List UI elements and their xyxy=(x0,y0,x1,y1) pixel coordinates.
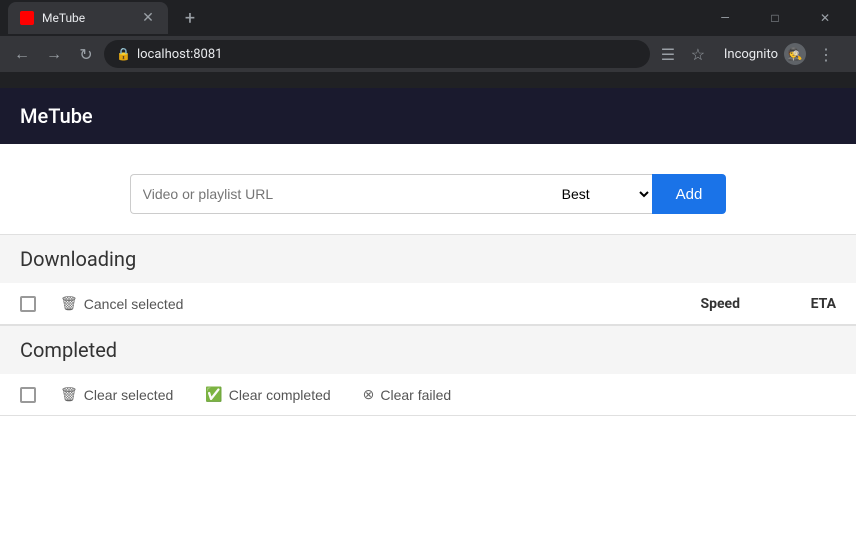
app-title: MeTube xyxy=(20,104,93,128)
clear-failed-button[interactable]: ⊗ Clear failed xyxy=(355,382,460,407)
completed-select-all-checkbox[interactable] xyxy=(20,387,36,403)
cancel-selected-label: Cancel selected xyxy=(84,296,184,312)
clear-completed-label: Clear completed xyxy=(229,387,331,403)
navigation-bar: ← → ↻ 🔒 localhost:8081 ☰ ☆ Incognito 🕵 ⋮ xyxy=(0,36,856,72)
app-header: MeTube xyxy=(0,88,856,144)
menu-button[interactable]: ⋮ xyxy=(812,40,840,68)
clear-selected-button[interactable]: 🗑 Clear selected xyxy=(52,382,181,407)
downloading-section-header: Downloading xyxy=(0,235,856,283)
url-input[interactable] xyxy=(130,174,550,214)
trash-icon-2: 🗑 xyxy=(60,386,78,403)
completed-section: Completed 🗑 Clear selected ✅ Clear compl… xyxy=(0,325,856,416)
clear-selected-label: Clear selected xyxy=(84,387,174,403)
cancel-selected-button[interactable]: 🗑 Cancel selected xyxy=(52,291,191,316)
close-button[interactable]: ✕ xyxy=(802,2,848,34)
completed-section-header: Completed xyxy=(0,326,856,374)
add-button[interactable]: Add xyxy=(652,174,727,214)
new-tab-button[interactable]: + xyxy=(176,4,204,32)
browser-tab[interactable]: MeTube ✕ xyxy=(8,2,168,34)
downloading-toolbar: 🗑 Cancel selected Speed ETA xyxy=(0,283,856,325)
completed-toolbar: 🗑 Clear selected ✅ Clear completed ⊗ Cle… xyxy=(0,374,856,416)
back-button[interactable]: ← xyxy=(8,40,36,68)
incognito-area: Incognito 🕵 ⋮ xyxy=(716,40,848,68)
clear-completed-button[interactable]: ✅ Clear completed xyxy=(197,382,338,407)
completed-title: Completed xyxy=(20,338,117,362)
incognito-label: Incognito xyxy=(724,47,778,62)
star-button[interactable]: ☆ xyxy=(684,40,712,68)
tab-close-button[interactable]: ✕ xyxy=(140,10,156,26)
tab-favicon xyxy=(20,11,34,25)
url-input-section: Best 1080p 720p 480p 360p Audio only Add xyxy=(0,144,856,234)
forward-button[interactable]: → xyxy=(40,40,68,68)
clear-failed-label: Clear failed xyxy=(380,387,451,403)
trash-icon: 🗑 xyxy=(60,295,78,312)
maximize-button[interactable]: □ xyxy=(752,2,798,34)
lock-icon: 🔒 xyxy=(116,47,131,61)
address-bar[interactable]: 🔒 localhost:8081 xyxy=(104,40,650,68)
app-body: Best 1080p 720p 480p 360p Audio only Add… xyxy=(0,144,856,540)
minimize-button[interactable]: — xyxy=(702,2,748,34)
check-circle-icon: ✅ xyxy=(205,386,222,403)
quality-select[interactable]: Best 1080p 720p 480p 360p Audio only xyxy=(550,174,652,214)
downloading-section: Downloading 🗑 Cancel selected Speed ETA xyxy=(0,234,856,325)
downloading-select-all-checkbox[interactable] xyxy=(20,296,36,312)
downloading-title: Downloading xyxy=(20,247,136,271)
x-circle-icon: ⊗ xyxy=(363,386,375,403)
reload-button[interactable]: ↻ xyxy=(72,40,100,68)
address-text: localhost:8081 xyxy=(137,47,223,62)
eta-column-header: ETA xyxy=(756,296,836,312)
speed-column-header: Speed xyxy=(640,296,740,312)
bookmarks-button[interactable]: ☰ xyxy=(654,40,682,68)
tab-title: MeTube xyxy=(42,11,132,25)
incognito-icon: 🕵 xyxy=(784,43,806,65)
